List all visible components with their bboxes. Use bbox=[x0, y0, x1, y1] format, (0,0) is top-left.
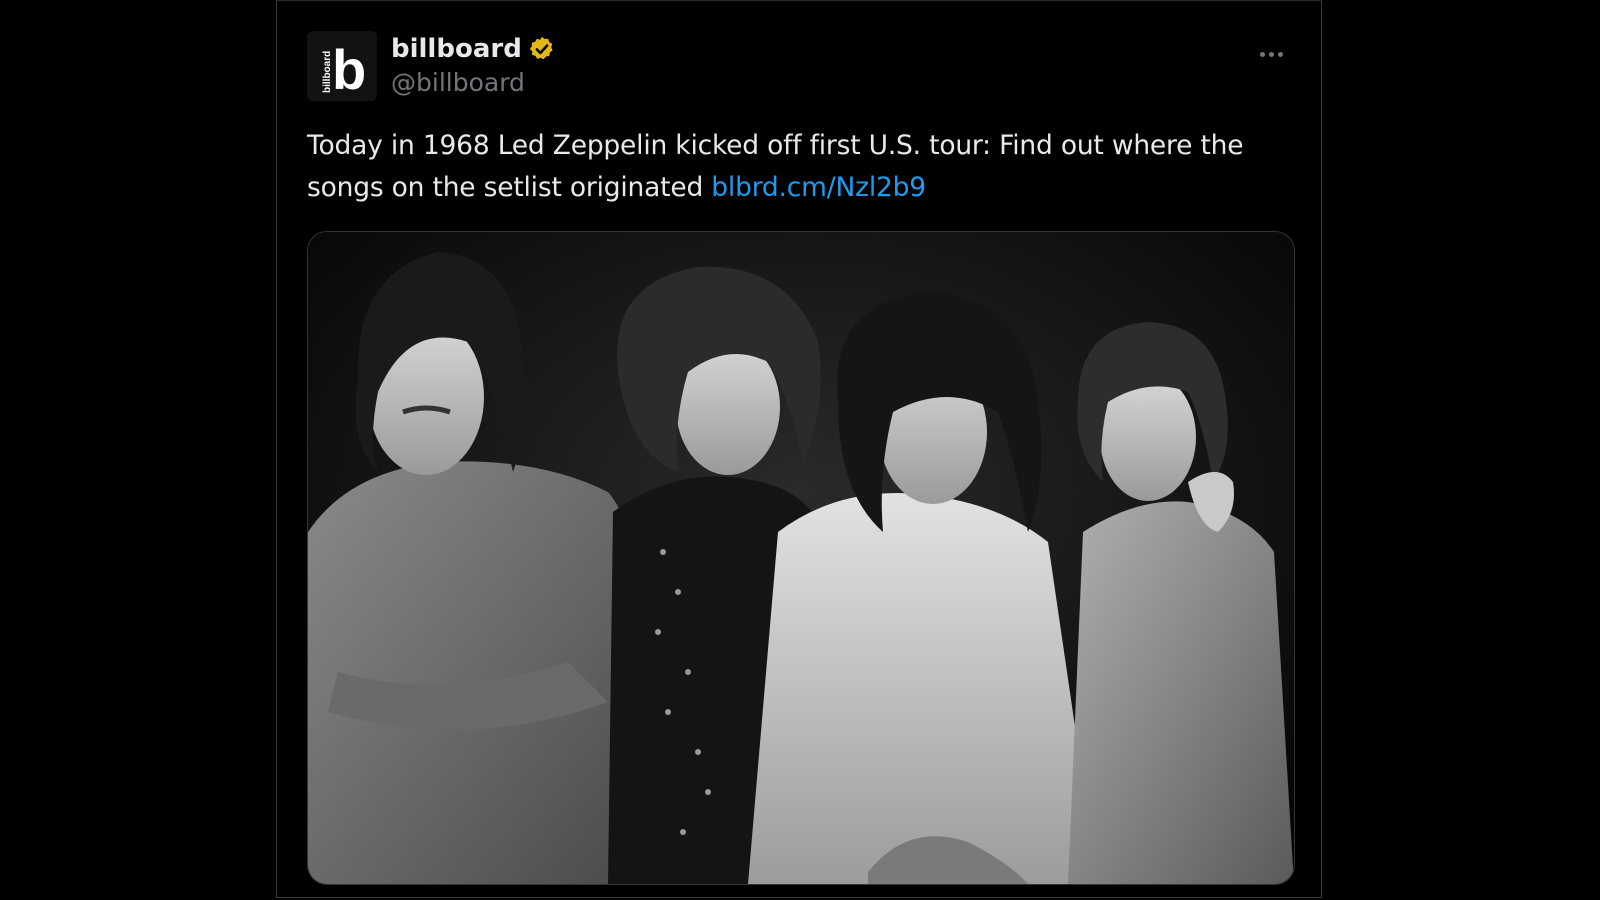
display-name[interactable]: billboard bbox=[391, 33, 522, 65]
tweet-text: Today in 1968 Led Zeppelin kicked off fi… bbox=[307, 125, 1297, 209]
billboard-logo-icon: billboard b bbox=[307, 31, 377, 101]
more-options-icon bbox=[1259, 51, 1265, 57]
svg-text:b: b bbox=[332, 38, 366, 101]
tweet-photo[interactable] bbox=[307, 231, 1295, 885]
author-handle[interactable]: @billboard bbox=[391, 67, 525, 99]
verified-badge-icon bbox=[529, 36, 553, 60]
more-options-button[interactable] bbox=[1251, 39, 1291, 69]
band-photo-image bbox=[308, 232, 1294, 884]
avatar[interactable]: billboard b bbox=[307, 31, 377, 101]
screen: billboard b billboard @billboard Today i… bbox=[0, 0, 1600, 900]
tweet-link[interactable]: blbrd.cm/Nzl2b9 bbox=[711, 172, 926, 203]
name-row: billboard bbox=[391, 33, 556, 65]
tweet-card[interactable]: billboard b billboard @billboard Today i… bbox=[276, 0, 1322, 898]
